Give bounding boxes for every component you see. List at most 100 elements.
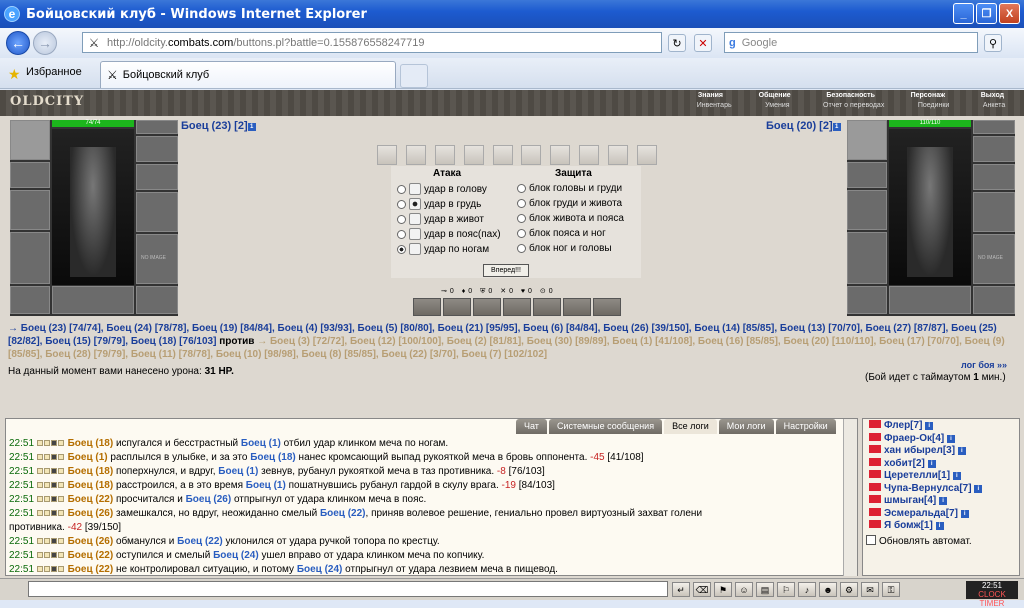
player-entry[interactable]: Эсмеральда[7] i	[869, 507, 969, 519]
fighter-name[interactable]: Боец (1)	[218, 466, 258, 477]
armor-slot[interactable]	[10, 232, 50, 284]
pants-slot[interactable]	[847, 286, 887, 314]
trade-icon[interactable]: ✉	[861, 582, 879, 597]
defense-option[interactable]: блок живота и пояса	[517, 213, 624, 224]
back-button[interactable]: ←	[6, 31, 30, 55]
rings-slot[interactable]	[973, 136, 1015, 162]
menu-profile[interactable]: Анкета	[983, 102, 1005, 112]
fighter-name[interactable]: Боец (18)	[68, 480, 114, 491]
defense-option[interactable]: блок пояса и ног	[517, 228, 606, 239]
fighter-name[interactable]: Боец (22)	[68, 550, 114, 561]
fighter-name[interactable]: Боец (24)	[213, 550, 259, 561]
save-icon[interactable]: ▤	[756, 582, 774, 597]
address-bar[interactable]: ⚔ http://oldcity. combats.com/buttons.pl?…	[82, 32, 662, 53]
browser-tab[interactable]: ⚔ Бойцовский клуб	[100, 61, 396, 88]
tab-system[interactable]: Системные сообщения	[548, 419, 663, 434]
fighter-name[interactable]: Боец (22)	[320, 508, 366, 519]
player-entry[interactable]: Фраер-Ок[4] i	[869, 432, 955, 444]
attack-option[interactable]: удар в живот	[397, 213, 484, 225]
attack-radio[interactable]	[397, 244, 406, 254]
shield-slot[interactable]	[973, 192, 1015, 232]
boots-slot[interactable]	[973, 286, 1015, 314]
rings-slot[interactable]	[136, 136, 178, 162]
fighter-name[interactable]: Боец (22)	[177, 536, 223, 547]
menu-knowledge[interactable]: Знания	[698, 92, 723, 102]
attack-option[interactable]: удар в пояс(пах)	[397, 228, 501, 240]
scroll-slot[interactable]	[492, 145, 513, 165]
info-icon[interactable]: i	[935, 522, 944, 530]
skill-button[interactable]	[563, 298, 591, 316]
fighter-name[interactable]: Боец (26)	[68, 508, 114, 519]
weapon-slot[interactable]	[10, 190, 50, 230]
fighter-name[interactable]: Боец (18)	[250, 452, 296, 463]
forward-button[interactable]: →	[33, 31, 57, 55]
defense-radio[interactable]	[517, 199, 526, 208]
skill-button[interactable]	[503, 298, 531, 316]
defense-radio[interactable]	[517, 229, 526, 238]
options-icon[interactable]: ⚙	[840, 582, 858, 597]
scroll-slot[interactable]	[521, 145, 542, 165]
defense-option[interactable]: блок головы и груди	[517, 183, 622, 194]
search-input[interactable]: g Google	[724, 32, 978, 53]
tab-my-logs[interactable]: Мои логи	[718, 419, 774, 434]
scroll-slot[interactable]	[636, 145, 657, 165]
fighter-name[interactable]: Боец (26)	[186, 494, 232, 505]
refresh-icon[interactable]: ↻	[668, 34, 686, 52]
runes-slot[interactable]	[889, 286, 971, 314]
skill-button[interactable]	[473, 298, 501, 316]
player-entry[interactable]: Чупа-Вернулса[7] i	[869, 482, 983, 494]
right-player-name[interactable]: Боец (20) [2] 1	[766, 120, 841, 132]
minimize-button[interactable]: _	[953, 3, 974, 24]
defense-radio[interactable]	[517, 184, 526, 193]
player-entry[interactable]: Флер[7] i	[869, 420, 934, 431]
fighter-name[interactable]: Боец (24)	[297, 564, 343, 575]
chat-input[interactable]	[28, 581, 668, 597]
close-button[interactable]: X	[999, 3, 1020, 24]
info-icon[interactable]: i	[939, 497, 948, 505]
emoji-icon[interactable]: ☻	[819, 582, 837, 597]
fighter-name[interactable]: Боец (22)	[68, 564, 114, 575]
scroll-slot[interactable]	[405, 145, 426, 165]
helmet-slot[interactable]	[847, 120, 887, 160]
smile-icon[interactable]: ☺	[735, 582, 753, 597]
chat-scrollbar[interactable]	[843, 419, 857, 576]
clear-icon[interactable]: ⌫	[693, 582, 711, 597]
scroll-slot[interactable]	[463, 145, 484, 165]
menu-exit[interactable]: Выход	[981, 92, 1004, 102]
scroll-slot[interactable]	[579, 145, 600, 165]
fighter-name[interactable]: Боец (1)	[246, 480, 286, 491]
skill-button[interactable]	[443, 298, 471, 316]
info-icon[interactable]: i	[952, 472, 961, 480]
weapon-slot[interactable]	[847, 190, 887, 230]
battle-log-link[interactable]: лог боя »»	[961, 360, 1007, 370]
menu-character[interactable]: Персонаж	[911, 92, 945, 102]
fighter-name[interactable]: Боец (1)	[68, 452, 108, 463]
scroll-slot[interactable]	[550, 145, 571, 165]
info-icon[interactable]: i	[974, 484, 983, 493]
scroll-slot[interactable]	[377, 145, 397, 165]
scroll-slot[interactable]	[434, 145, 455, 165]
info-icon[interactable]: i	[927, 459, 936, 468]
new-tab-button[interactable]	[400, 64, 428, 88]
gloves-slot[interactable]	[973, 164, 1015, 190]
fighter-name[interactable]: Боец (26)	[68, 536, 114, 547]
menu-skills[interactable]: Умения	[765, 102, 789, 112]
helmet-slot[interactable]	[10, 120, 50, 160]
player-entry[interactable]: хан ибырел[3] i	[869, 445, 966, 456]
info-icon[interactable]: i	[925, 422, 934, 430]
info-icon[interactable]: i	[960, 509, 969, 518]
shield-slot[interactable]	[136, 192, 178, 232]
stop-icon[interactable]: ✕	[694, 34, 712, 52]
send-icon[interactable]: ↵	[672, 582, 690, 597]
gloves-slot[interactable]	[136, 164, 178, 190]
bracers-slot[interactable]	[847, 162, 887, 188]
bracers-slot[interactable]	[10, 162, 50, 188]
empty-slot[interactable]: NO IMAGE	[136, 234, 178, 284]
amulet-slot[interactable]	[136, 120, 178, 134]
attack-radio[interactable]	[397, 229, 406, 239]
defense-radio[interactable]	[517, 244, 526, 253]
attack-radio[interactable]	[397, 214, 406, 224]
walk-icon[interactable]: ⚐	[777, 582, 795, 597]
attack-option[interactable]: удар в голову	[397, 183, 487, 195]
info-icon[interactable]: 1	[247, 123, 256, 131]
